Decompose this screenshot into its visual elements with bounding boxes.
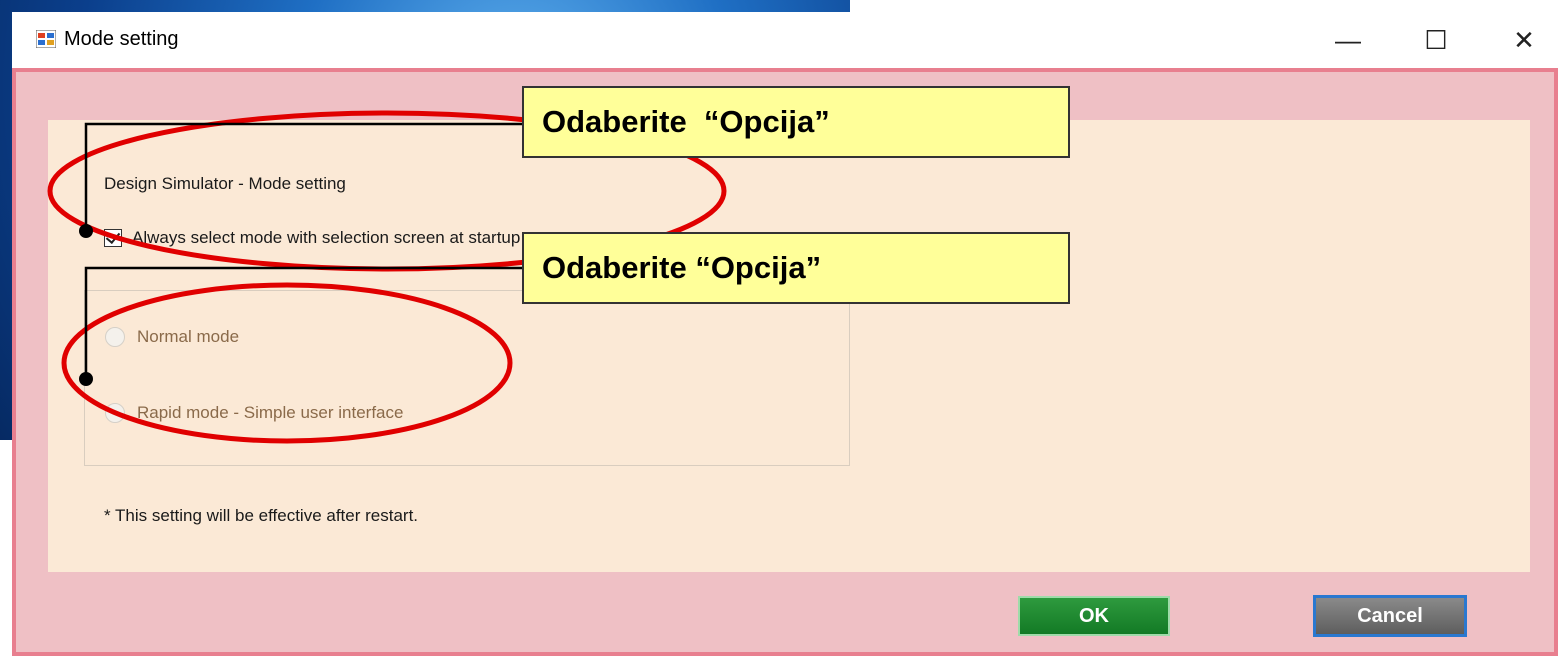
mode-groupbox: Normal mode Rapid mode - Simple user int…: [84, 290, 850, 466]
callout-option-1: Odaberite “Opcija”: [522, 86, 1070, 158]
rapid-mode-radio[interactable]: [105, 403, 125, 423]
normal-mode-label[interactable]: Normal mode: [137, 327, 239, 347]
rapid-mode-radio-row[interactable]: Rapid mode - Simple user interface: [105, 403, 403, 423]
minimize-button[interactable]: —: [1320, 20, 1376, 60]
title-bar[interactable]: Mode setting — ☐ ✕: [12, 12, 1558, 68]
startup-select-checkbox[interactable]: [104, 229, 122, 247]
minimize-icon: —: [1335, 24, 1361, 55]
close-icon: ✕: [1513, 24, 1535, 55]
panel-heading: Design Simulator - Mode setting: [104, 174, 346, 193]
startup-select-checkbox-row[interactable]: Always select mode with selection screen…: [104, 228, 520, 248]
app-icon: [36, 30, 56, 48]
maximize-button[interactable]: ☐: [1408, 20, 1464, 60]
maximize-icon: ☐: [1424, 24, 1448, 55]
window-title: Mode setting: [64, 28, 179, 50]
callout-option-2: Odaberite “Opcija”: [522, 232, 1070, 304]
normal-mode-radio-row[interactable]: Normal mode: [105, 327, 239, 347]
rapid-mode-label[interactable]: Rapid mode - Simple user interface: [137, 403, 403, 423]
normal-mode-radio[interactable]: [105, 327, 125, 347]
restart-note: * This setting will be effective after r…: [104, 506, 419, 525]
cancel-button[interactable]: Cancel: [1313, 595, 1467, 637]
settings-panel: Design Simulator - Mode setting Always s…: [48, 120, 1530, 572]
ok-button[interactable]: OK: [1018, 596, 1170, 636]
close-button[interactable]: ✕: [1496, 20, 1552, 60]
startup-select-checkbox-label[interactable]: Always select mode with selection screen…: [132, 228, 520, 248]
